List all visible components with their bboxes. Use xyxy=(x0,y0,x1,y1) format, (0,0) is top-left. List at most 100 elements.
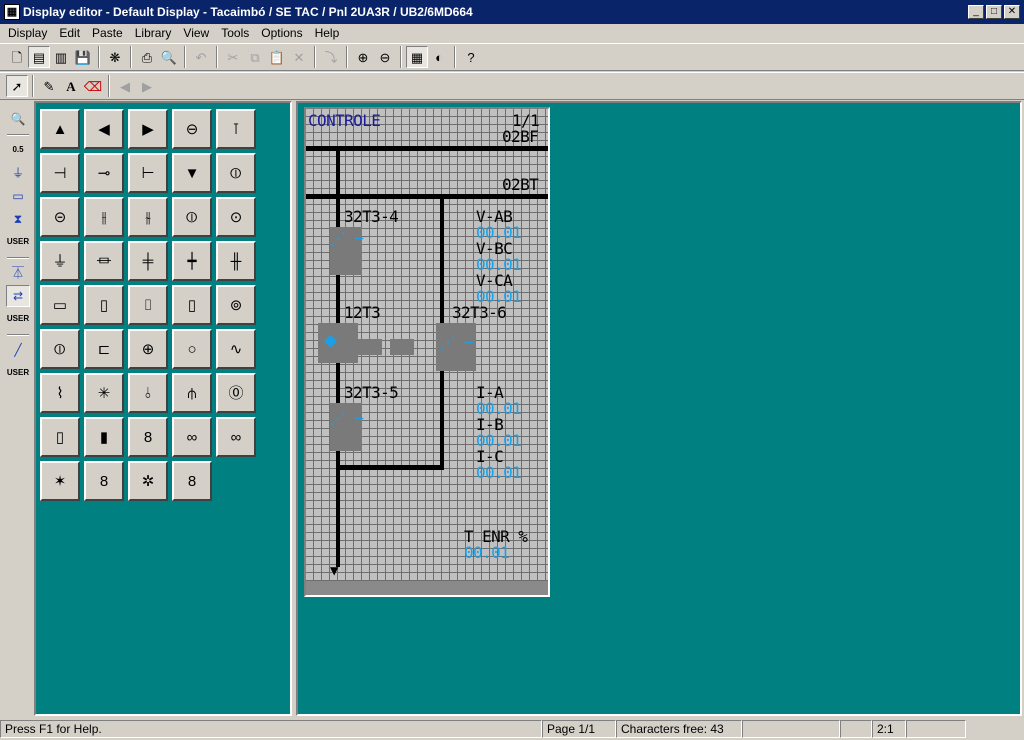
grid-icon[interactable]: ▦ xyxy=(406,46,428,68)
copy-icon[interactable]: ⧉ xyxy=(244,46,266,68)
disconnector-open-symbol-icon[interactable]: ⊸ xyxy=(84,153,124,193)
arrow-up-symbol-icon[interactable]: ▲ xyxy=(40,109,80,149)
circle-symbol-icon[interactable]: ○ xyxy=(172,329,212,369)
fuse-line-symbol-icon[interactable]: ⌷ xyxy=(128,285,168,325)
breaker-vertical-symbol-icon[interactable]: ⦶ xyxy=(216,153,256,193)
fuse-horizontal-symbol-icon[interactable]: ▭ xyxy=(40,285,80,325)
eraser-icon[interactable]: ⌫ xyxy=(82,75,104,97)
paste-icon[interactable]: 📋 xyxy=(266,46,288,68)
contrast-icon[interactable]: ◐ xyxy=(428,46,450,68)
fuse-box-symbol-icon[interactable]: ▯ xyxy=(172,285,212,325)
resistor-symbol-icon[interactable]: ⌇ xyxy=(40,373,80,413)
status-panel-empty-3 xyxy=(906,720,966,738)
control-display-icon[interactable]: ▥ xyxy=(50,46,72,68)
toolbar-separator xyxy=(184,46,186,68)
arrow-down-symbol-icon[interactable]: ▼ xyxy=(172,153,212,193)
fuse-vertical-symbol-icon[interactable]: ▯ xyxy=(84,285,124,325)
bar-end-symbol-icon[interactable]: ⊣ xyxy=(40,153,80,193)
menu-tools[interactable]: Tools xyxy=(215,26,255,40)
circle-dot-symbol-icon[interactable]: ⊕ xyxy=(128,329,168,369)
zoom-out-icon[interactable]: ⊖ xyxy=(374,46,396,68)
delete-icon[interactable]: ✕ xyxy=(288,46,310,68)
star-symbol-icon[interactable]: ✳ xyxy=(84,373,124,413)
zoom-in-icon[interactable]: ⊕ xyxy=(352,46,374,68)
capacitor-symbol-icon[interactable]: ⫲ xyxy=(84,197,124,237)
arrow-left-symbol-icon[interactable]: ◀ xyxy=(84,109,124,149)
breaker-fuse-symbol-icon[interactable]: ⦶ xyxy=(40,329,80,369)
ground-vertical-symbol-icon[interactable]: ⊺ xyxy=(216,109,256,149)
symbol-library-icon[interactable]: ❋ xyxy=(104,46,126,68)
transformer-horizontal-2-symbol-icon[interactable]: ∞ xyxy=(216,417,256,457)
minimize-button[interactable]: _ xyxy=(968,5,984,19)
earth-switch-symbol-icon[interactable]: ⏚ xyxy=(40,241,80,281)
menu-library[interactable]: Library xyxy=(129,26,178,40)
maximize-button[interactable]: □ xyxy=(986,5,1002,19)
bar-symbol-icon[interactable]: ▭ xyxy=(6,185,30,207)
status-zoom: 2:1 xyxy=(872,720,906,738)
comb-symbol-icon[interactable]: ⫛ xyxy=(172,373,212,413)
circle-small-symbol-icon[interactable]: ⊚ xyxy=(216,285,256,325)
box-line-symbol-icon[interactable]: ⊏ xyxy=(84,329,124,369)
default-display-icon[interactable]: ▤ xyxy=(28,46,50,68)
menu-edit[interactable]: Edit xyxy=(53,26,86,40)
line-icon[interactable]: ╱ xyxy=(6,339,30,361)
prev-page-icon[interactable]: ◀ xyxy=(114,75,136,97)
fuse-tick-symbol-icon[interactable]: ╪ xyxy=(128,241,168,281)
transformer-vertical-symbol-icon[interactable]: 8 xyxy=(84,461,124,501)
next-page-icon[interactable]: ▶ xyxy=(136,75,158,97)
hourglass-icon[interactable]: ⧗ xyxy=(6,208,30,230)
select-pointer-icon[interactable]: ➚ xyxy=(6,75,28,97)
user-symbol-icon[interactable]: USER xyxy=(6,231,30,253)
measured-value-icon[interactable]: 0.5 xyxy=(6,139,30,161)
breaker-horizontal-symbol-icon[interactable]: ⊖ xyxy=(172,109,212,149)
disconnector-closed-symbol-icon[interactable]: ⊢ xyxy=(128,153,168,193)
lcd-display[interactable]: ⋰ ╌ ◆ ⋰ ╌ ⋰ ╌ CONTROLE 1/1 02BF 02BT 32T… xyxy=(304,107,550,597)
double-cross-symbol-icon[interactable]: ╫ xyxy=(216,241,256,281)
menu-view[interactable]: View xyxy=(177,26,215,40)
relay-symbol-icon[interactable]: ⓪ xyxy=(216,373,256,413)
pencil-icon[interactable]: ✎ xyxy=(38,75,60,97)
ground-symbol-icon[interactable]: ⏛ xyxy=(84,241,124,281)
user-line-icon[interactable]: USER xyxy=(6,362,30,384)
feeder-line-bottom xyxy=(336,465,444,470)
vertical-line-circle-symbol-icon[interactable]: ⦶ xyxy=(172,197,212,237)
reactor-symbol-icon[interactable]: ⫳ xyxy=(128,197,168,237)
device-label-12t3: 12T3 xyxy=(344,303,381,322)
menu-help[interactable]: Help xyxy=(309,26,346,40)
undo-icon[interactable]: ↶ xyxy=(190,46,212,68)
small-star-symbol-icon[interactable]: ✲ xyxy=(128,461,168,501)
toolbar-separator xyxy=(108,75,110,97)
cut-icon[interactable]: ✂ xyxy=(222,46,244,68)
resize-grip-icon[interactable] xyxy=(966,720,980,738)
transformer-horizontal-symbol-icon[interactable]: ∞ xyxy=(172,417,212,457)
close-button[interactable]: ✕ xyxy=(1004,5,1020,19)
context-help-icon[interactable]: ? xyxy=(460,46,482,68)
switch-symbol-icon[interactable]: ⏚ xyxy=(6,162,30,184)
magnifier-icon[interactable]: 🔍 xyxy=(6,108,30,130)
arrow-right-symbol-icon[interactable]: ▶ xyxy=(128,109,168,149)
small-box-symbol-icon[interactable]: ▯ xyxy=(40,417,80,457)
transfer-icon[interactable]: ⇄ xyxy=(6,285,30,307)
transformer-vertical-large-symbol-icon[interactable]: 8 xyxy=(128,417,168,457)
small-circle-symbol-icon[interactable]: ⊙ xyxy=(216,197,256,237)
menu-options[interactable]: Options xyxy=(255,26,308,40)
new-icon[interactable]: 🗋 xyxy=(6,46,28,68)
filled-box-symbol-icon[interactable]: ▮ xyxy=(84,417,124,457)
arrester-symbol-icon[interactable]: ⫰ xyxy=(128,373,168,413)
user-symbol-2-icon[interactable]: USER xyxy=(6,308,30,330)
save-icon[interactable]: 💾 xyxy=(72,46,94,68)
text-tool-icon[interactable]: A xyxy=(60,75,82,97)
app-icon: ▦ xyxy=(4,4,20,20)
menu-paste[interactable]: Paste xyxy=(86,26,129,40)
circle-bar-symbol-icon[interactable]: ⊝ xyxy=(40,197,80,237)
print-preview-icon[interactable]: 🔍 xyxy=(158,46,180,68)
menu-display[interactable]: Display xyxy=(2,26,53,40)
print-icon[interactable]: ⎙ xyxy=(136,46,158,68)
asterisk-symbol-icon[interactable]: ✶ xyxy=(40,461,80,501)
disconnector-icon[interactable]: ⏄ xyxy=(6,262,30,284)
lower-icon[interactable]: ⤵ xyxy=(320,46,342,68)
main-toolbar: 🗋 ▤ ▥ 💾 ❋ ⎙ 🔍 ↶ ✂ ⧉ 📋 ✕ ⤵ ⊕ ⊖ ▦ ◐ ? xyxy=(0,43,1024,71)
cross-symbol-icon[interactable]: ┿ xyxy=(172,241,212,281)
wave-symbol-icon[interactable]: ∿ xyxy=(216,329,256,369)
transformer-vertical-2-symbol-icon[interactable]: 8 xyxy=(172,461,212,501)
